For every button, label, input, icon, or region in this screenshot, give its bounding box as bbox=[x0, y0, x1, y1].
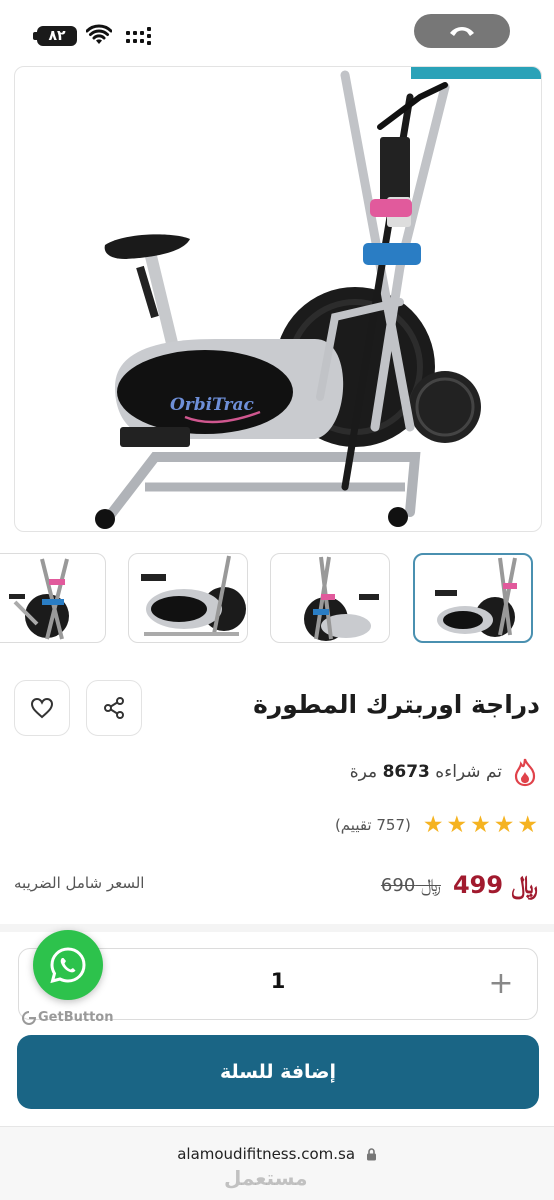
lock-icon bbox=[366, 1148, 376, 1161]
wishlist-button[interactable] bbox=[14, 680, 70, 736]
review-count[interactable]: (757 تقييم) bbox=[335, 816, 411, 834]
currency-symbol: ﷼ bbox=[421, 874, 441, 896]
thumbnail-image bbox=[141, 555, 246, 636]
star-icon: ★ bbox=[470, 811, 491, 838]
bought-prefix: تم شراءه bbox=[435, 762, 502, 782]
thumbnail-4[interactable] bbox=[413, 553, 533, 643]
thumbnail-image bbox=[9, 558, 69, 640]
getbutton-logo-icon bbox=[22, 1010, 36, 1025]
thumbnail-1[interactable] bbox=[0, 553, 106, 643]
tax-note: السعر شامل الضريبه bbox=[14, 874, 145, 892]
sale-price-value: 499 bbox=[452, 871, 504, 899]
brand-label: OrbiTrac bbox=[170, 395, 254, 415]
heart-icon bbox=[30, 697, 54, 719]
rating-row: ★ ★ ★ ★ ★ (757 تقييم) bbox=[335, 812, 538, 838]
star-icon: ★ bbox=[517, 811, 538, 838]
exercise-bike-image: OrbiTrac bbox=[95, 70, 481, 529]
wifi-icon bbox=[86, 24, 112, 44]
corner-badge bbox=[411, 67, 541, 79]
url-display[interactable]: alamoudifitness.com.sa bbox=[0, 1145, 554, 1163]
purchase-count-text: تم شراءه 8673 مرة bbox=[350, 762, 502, 782]
share-icon bbox=[104, 697, 124, 719]
add-to-cart-button[interactable]: إضافة للسلة bbox=[17, 1035, 539, 1109]
battery-indicator: ٨٢ bbox=[37, 26, 77, 46]
thumbnail-image bbox=[304, 556, 379, 641]
getbutton-label: GetButton bbox=[38, 1010, 114, 1025]
phone-icon bbox=[450, 27, 474, 36]
original-price-value: 690 bbox=[380, 874, 416, 896]
star-icon: ★ bbox=[446, 811, 468, 838]
bought-count: 8673 bbox=[382, 762, 430, 782]
whatsapp-icon bbox=[50, 947, 86, 984]
product-main-image[interactable]: OrbiTrac bbox=[14, 66, 542, 532]
active-call-pill[interactable] bbox=[414, 14, 510, 48]
bought-suffix: مرة bbox=[349, 762, 378, 782]
currency-symbol: ﷼ bbox=[511, 871, 538, 899]
whatsapp-button[interactable] bbox=[33, 930, 103, 1000]
fire-icon bbox=[514, 758, 536, 787]
signal-icon bbox=[126, 27, 151, 45]
star-rating: ★ ★ ★ ★ ★ bbox=[422, 811, 538, 838]
thumbnail-3[interactable] bbox=[270, 553, 390, 643]
increment-button[interactable]: + bbox=[481, 961, 521, 1007]
getbutton-branding[interactable]: GetButton bbox=[22, 1010, 113, 1025]
url-text: alamoudifitness.com.sa bbox=[177, 1145, 356, 1163]
purchase-count-row: تم شراءه 8673 مرة bbox=[350, 756, 538, 788]
watermark: مستعمل bbox=[224, 1166, 308, 1190]
thumbnail-2[interactable] bbox=[128, 553, 248, 643]
product-title: دراجة اوربترك المطورة bbox=[253, 690, 540, 719]
section-divider bbox=[0, 924, 554, 932]
star-icon: ★ bbox=[422, 811, 444, 838]
share-button[interactable] bbox=[86, 680, 142, 736]
star-icon: ★ bbox=[493, 811, 515, 838]
thumbnail-image bbox=[435, 557, 517, 637]
original-price: 690 ﷼ bbox=[381, 875, 441, 896]
status-bar: ٨٢ bbox=[0, 0, 554, 62]
price-row: 499 ﷼ 690 ﷼ bbox=[381, 868, 538, 902]
thumbnail-strip bbox=[0, 553, 554, 645]
sale-price: 499 ﷼ bbox=[453, 871, 538, 899]
